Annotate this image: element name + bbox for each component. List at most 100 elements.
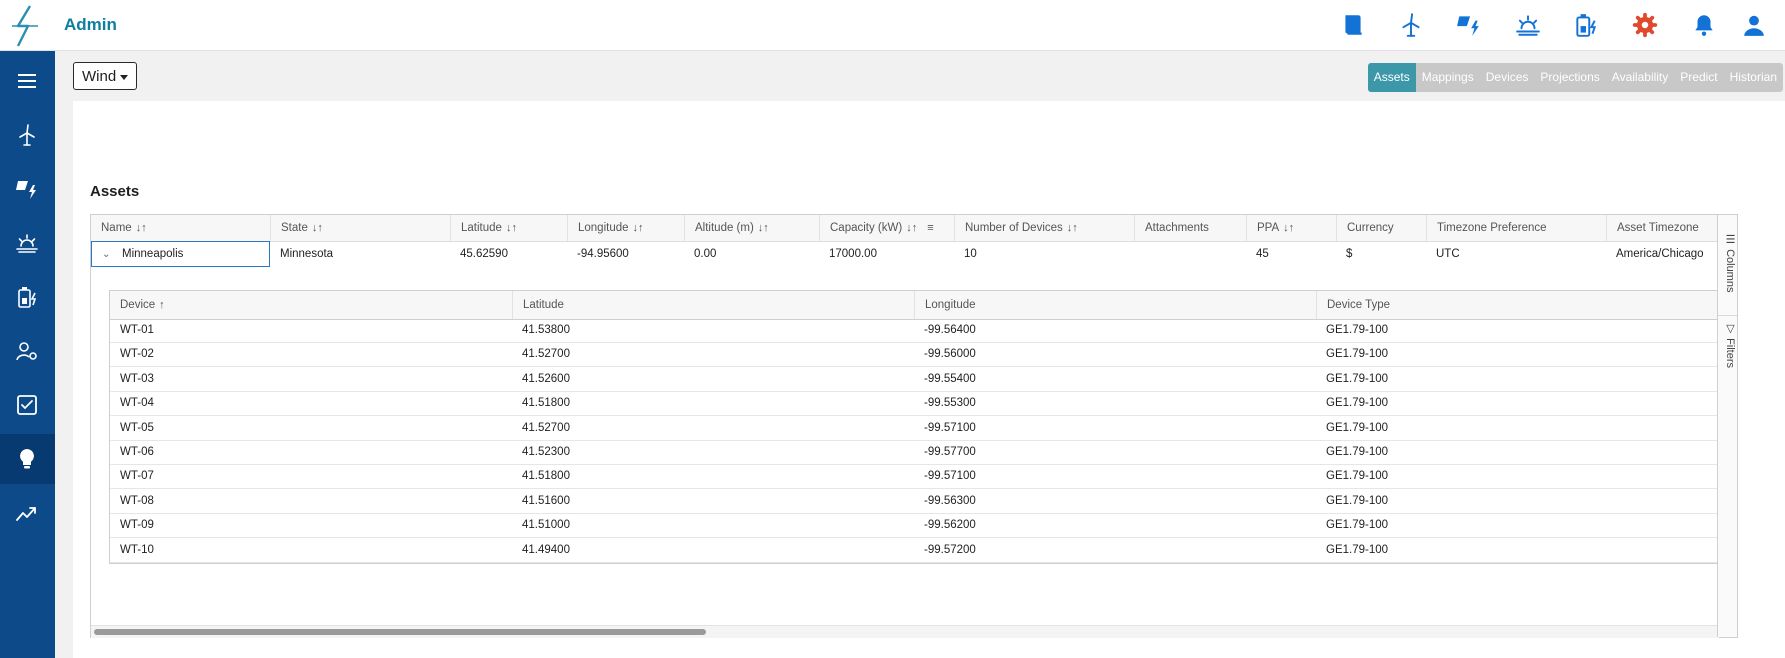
- cell-device: WT-05: [120, 421, 154, 434]
- tab-historian[interactable]: Historian: [1723, 63, 1783, 92]
- table-row[interactable]: WT-04 41.51800 -99.55300 GE1.79-100: [110, 392, 1718, 417]
- user-icon[interactable]: [1741, 12, 1767, 38]
- col-header-device-longitude[interactable]: Longitude: [914, 291, 1316, 319]
- cell-device-longitude: -99.56200: [924, 519, 976, 532]
- cell-latitude: 45.62590: [460, 248, 508, 260]
- sidebar-item-menu[interactable]: [0, 56, 55, 106]
- device-grid-header: Device ↑ Latitude Longitude Device Type: [110, 291, 1718, 320]
- col-header-device-type[interactable]: Device Type: [1316, 291, 1718, 319]
- battery-bolt-icon[interactable]: [1573, 12, 1599, 38]
- table-row[interactable]: WT-06 41.52300 -99.57700 GE1.79-100: [110, 441, 1718, 465]
- cell-device-type: GE1.79-100: [1326, 324, 1389, 336]
- col-header-name[interactable]: Name ↓↑: [91, 215, 270, 241]
- sidebar-item-checklist[interactable]: [0, 380, 55, 430]
- sidebar-item-battery[interactable]: [0, 272, 55, 322]
- col-header-tz-pref[interactable]: Timezone Preference: [1426, 215, 1606, 241]
- col-header-device-latitude[interactable]: Latitude: [512, 291, 914, 319]
- cell-tz-pref: UTC: [1436, 248, 1460, 260]
- asset-type-label: Wind: [82, 68, 117, 85]
- tab-mappings[interactable]: Mappings: [1415, 63, 1480, 92]
- cell-device-type: GE1.79-100: [1326, 372, 1389, 385]
- cell-device-type: GE1.79-100: [1326, 421, 1389, 434]
- col-header-altitude[interactable]: Altitude (m) ↓↑: [684, 215, 819, 241]
- sort-icon: ↓↑: [1283, 222, 1295, 234]
- sidebar-item-user-settings[interactable]: [0, 326, 55, 376]
- sort-icon: ↓↑: [311, 222, 323, 234]
- cell-device-latitude: 41.51000: [522, 519, 570, 532]
- cell-device-type: GE1.79-100: [1326, 470, 1389, 483]
- tab-projections[interactable]: Projections: [1534, 63, 1606, 92]
- wind-turbine-icon: [19, 124, 35, 146]
- sidebar-item-wind[interactable]: [0, 110, 55, 160]
- cell-state: Minnesota: [280, 248, 334, 260]
- cell-device: WT-04: [120, 397, 154, 410]
- cell-asset-tz: America/Chicago: [1616, 248, 1704, 260]
- cell-altitude: 0.00: [694, 248, 717, 260]
- horizontal-scrollbar[interactable]: [94, 629, 706, 635]
- table-row[interactable]: WT-03 41.52600 -99.55400 GE1.79-100: [110, 368, 1718, 392]
- cell-device: WT-10: [120, 543, 154, 556]
- tab-assets[interactable]: Assets: [1367, 63, 1416, 92]
- sidebar-item-trends[interactable]: [0, 488, 55, 538]
- cell-device-longitude: -99.56400: [924, 324, 976, 336]
- bell-icon[interactable]: [1691, 12, 1717, 38]
- book-icon[interactable]: [1340, 12, 1366, 38]
- solar-bolt-icon[interactable]: [1456, 12, 1482, 38]
- filter-icon: ▽: [1724, 322, 1736, 335]
- cell-devices: 10: [964, 248, 977, 260]
- columns-tool-tab[interactable]: ☰ Columns: [1718, 233, 1737, 313]
- col-header-longitude[interactable]: Longitude ↓↑: [567, 215, 684, 241]
- tool-panel-sidebar: ☰ Columns ▽ Filters: [1717, 215, 1737, 637]
- cell-device-longitude: -99.57100: [924, 421, 976, 434]
- table-row[interactable]: WT-01 41.53800 -99.56400 GE1.79-100: [110, 319, 1718, 343]
- sort-icon: ↓↑: [135, 222, 147, 234]
- gear-icon[interactable]: [1632, 12, 1658, 38]
- cell-device-type: GE1.79-100: [1326, 348, 1389, 361]
- menu-icon: [18, 74, 36, 88]
- col-header-device[interactable]: Device ↑: [110, 291, 512, 319]
- sidebar: [0, 51, 55, 658]
- cell-device-latitude: 41.52300: [522, 446, 570, 458]
- sunset-icon[interactable]: [1515, 12, 1541, 38]
- sidebar-item-solar[interactable]: [0, 164, 55, 214]
- tab-devices[interactable]: Devices: [1479, 63, 1535, 92]
- table-row[interactable]: WT-02 41.52700 -99.56000 GE1.79-100: [110, 343, 1718, 368]
- sort-asc-icon: ↑: [159, 299, 165, 311]
- table-row[interactable]: WT-08 41.51600 -99.56300 GE1.79-100: [110, 490, 1718, 514]
- col-header-state[interactable]: State ↓↑: [270, 215, 450, 241]
- col-header-latitude[interactable]: Latitude ↓↑: [450, 215, 567, 241]
- tab-bar: Assets Mappings Devices Projections Avai…: [1367, 63, 1783, 92]
- table-row[interactable]: WT-05 41.52700 -99.57100 GE1.79-100: [110, 417, 1718, 441]
- sidebar-item-sunset[interactable]: [0, 218, 55, 268]
- asset-type-dropdown[interactable]: Wind: [73, 62, 138, 90]
- filters-tool-tab[interactable]: ▽ Filters: [1718, 315, 1737, 385]
- table-row[interactable]: ⌄ Minneapolis Minnesota 45.62590 -94.9560…: [91, 241, 1737, 267]
- device-detail-grid: Device ↑ Latitude Longitude Device Type W…: [109, 290, 1719, 564]
- col-header-currency[interactable]: Currency: [1336, 215, 1426, 241]
- wind-turbine-icon[interactable]: [1398, 12, 1424, 38]
- battery-bolt-icon: [18, 287, 37, 308]
- col-header-devices[interactable]: Number of Devices ↓↑: [954, 215, 1134, 241]
- cell-device-longitude: -99.57100: [924, 470, 976, 483]
- tab-predict[interactable]: Predict: [1674, 63, 1724, 92]
- table-row[interactable]: WT-09 41.51000 -99.56200 GE1.79-100: [110, 514, 1718, 539]
- cell-device-latitude: 41.49400: [522, 543, 570, 556]
- cell-device-latitude: 41.52600: [522, 372, 570, 385]
- table-row[interactable]: WT-10 41.49400 -99.57200 GE1.79-100: [110, 539, 1718, 563]
- cell-device-type: GE1.79-100: [1326, 519, 1389, 532]
- col-header-asset-tz[interactable]: Asset Timezone: [1606, 215, 1719, 241]
- tab-availability[interactable]: Availability: [1605, 63, 1675, 92]
- chevron-down-icon[interactable]: ⌄: [102, 243, 116, 267]
- columns-icon: ☰: [1724, 233, 1736, 246]
- cell-device-latitude: 41.52700: [522, 348, 570, 361]
- column-menu-icon[interactable]: ≡: [927, 222, 933, 234]
- sidebar-item-insights[interactable]: [0, 434, 55, 484]
- cell-currency: $: [1346, 248, 1353, 260]
- col-header-attachments[interactable]: Attachments: [1134, 215, 1246, 241]
- cell-name[interactable]: ⌄ Minneapolis: [91, 241, 270, 267]
- table-row[interactable]: WT-07 41.51800 -99.57100 GE1.79-100: [110, 465, 1718, 490]
- assets-grid-header: Name ↓↑ State ↓↑ Latitude ↓↑ Longitude ↓↑ Al…: [91, 215, 1737, 242]
- col-header-capacity[interactable]: Capacity (kW) ↓↑ ≡: [819, 215, 954, 241]
- logo-icon[interactable]: [8, 4, 42, 48]
- col-header-ppa[interactable]: PPA ↓↑: [1246, 215, 1336, 241]
